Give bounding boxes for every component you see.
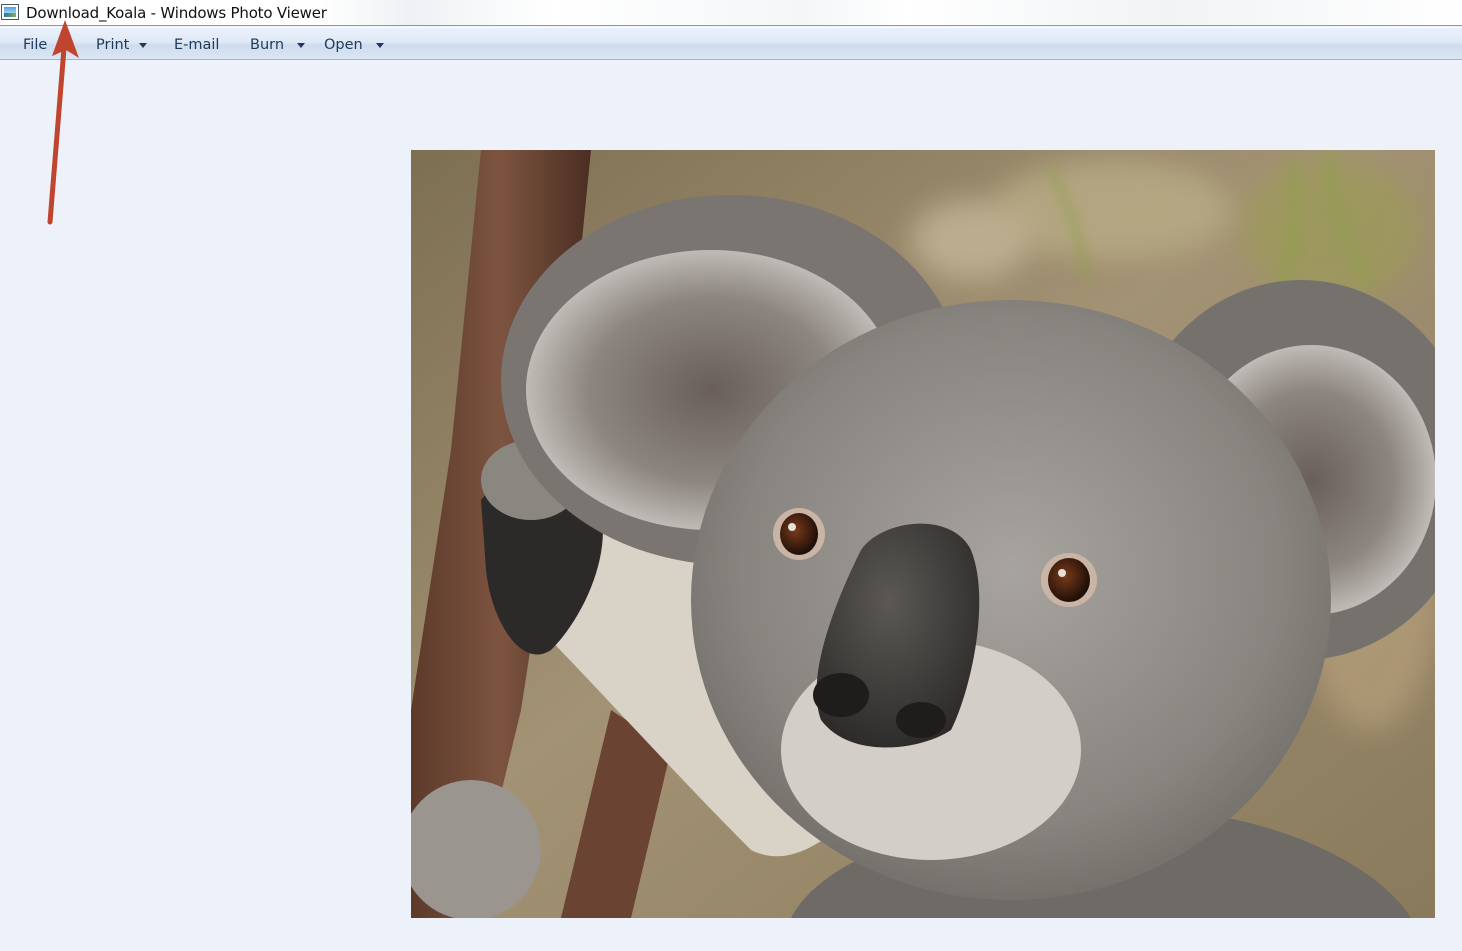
open-menu-label: Open: [324, 37, 363, 53]
email-button[interactable]: E-mail: [174, 35, 219, 55]
photo-viewer-icon[interactable]: [1, 4, 19, 20]
annotation-arrow-icon: [47, 20, 79, 225]
koala-photo[interactable]: [411, 150, 1435, 918]
chevron-down-icon: [375, 43, 384, 48]
command-bar: File Print E-mail Burn Open: [0, 27, 1462, 60]
title-bar[interactable]: Download_Koala - Windows Photo Viewer: [0, 0, 1462, 26]
print-menu-button[interactable]: Print: [96, 35, 148, 55]
chevron-down-icon: [297, 43, 306, 48]
email-label: E-mail: [174, 37, 220, 53]
chevron-down-icon: [139, 43, 148, 48]
burn-menu-label: Burn: [250, 37, 285, 53]
print-menu-label: Print: [96, 37, 130, 53]
burn-menu-button[interactable]: Burn: [250, 35, 306, 55]
open-menu-button[interactable]: Open: [324, 35, 384, 55]
